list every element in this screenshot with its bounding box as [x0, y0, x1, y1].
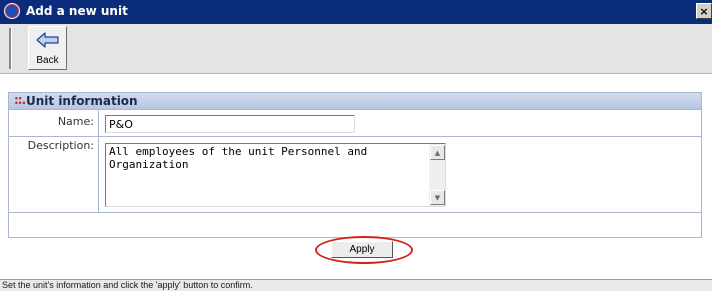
description-text: All employees of the unit Personnel and …: [109, 145, 374, 171]
scroll-up-icon[interactable]: ▲: [430, 145, 445, 160]
toolbar-separator: [9, 28, 12, 69]
panel-header: ::. Unit information: [9, 93, 701, 110]
panel-marker: ::.: [14, 93, 26, 107]
back-button-label: Back: [36, 55, 59, 66]
window-title: Add a new unit: [26, 4, 128, 18]
apply-button[interactable]: Apply: [331, 241, 393, 258]
unit-information-panel: ::. Unit information Name: Description: …: [8, 92, 702, 238]
back-button[interactable]: Back: [28, 26, 67, 70]
name-row: Name:: [9, 110, 701, 137]
name-label: Name:: [9, 110, 99, 136]
app-logo-icon: [4, 3, 20, 19]
description-scrollbar[interactable]: ▲ ▼: [429, 144, 445, 206]
description-label: Description:: [9, 137, 99, 212]
back-arrow-icon: [36, 32, 59, 48]
panel-title: Unit information: [26, 94, 138, 108]
status-bar: Set the unit's information and click the…: [0, 279, 712, 291]
description-field[interactable]: All employees of the unit Personnel and …: [105, 143, 446, 207]
description-row: Description: All employees of the unit P…: [9, 137, 701, 213]
name-field[interactable]: [105, 115, 355, 133]
toolbar: Back: [0, 24, 712, 74]
title-bar: Add a new unit ×: [0, 0, 712, 24]
scroll-down-icon[interactable]: ▼: [430, 190, 445, 205]
close-icon[interactable]: ×: [696, 3, 712, 19]
